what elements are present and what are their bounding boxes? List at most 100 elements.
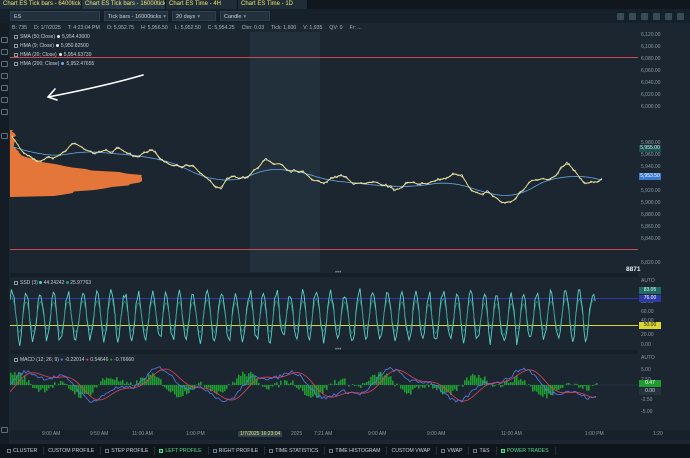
toggle-power-trades[interactable]: POWER TRADES: [497, 447, 556, 455]
legend-hma200[interactable]: HMA (200; Close) 5,952.47655: [14, 60, 94, 69]
toggle-vwap[interactable]: VWAP: [437, 447, 470, 455]
price-tick: 5,900.00: [641, 200, 661, 206]
link-icon[interactable]: [665, 12, 672, 20]
time-tick: 1:00 PM: [585, 431, 604, 437]
legend-dot: [57, 35, 61, 39]
price-tick: 6,040.00: [641, 80, 661, 86]
settings-icon[interactable]: [677, 12, 684, 20]
trash-icon[interactable]: [1, 427, 8, 433]
toggle-label: TIME STATISTICS: [275, 448, 319, 454]
macd-axis[interactable]: AUTO 5.00 2.50 -2.50 -5.00 0.47 0.00: [638, 355, 690, 430]
info-ticks: Tick: 1,600: [271, 25, 297, 31]
bar-type-selector[interactable]: Tick bars - 16000ticks ▾: [104, 11, 168, 21]
macd-tick: AUTO: [641, 355, 655, 361]
price-tick: 6,000.00: [641, 104, 661, 110]
trendline-icon[interactable]: [1, 61, 8, 67]
legend-name: SMA (50;Close): [20, 34, 56, 40]
toggle-time-and-sales[interactable]: T&S: [469, 447, 497, 455]
info-time: T: 4:23:04 PM: [67, 25, 100, 31]
eye-icon[interactable]: [14, 280, 18, 285]
legend-dot: [58, 53, 62, 57]
legend-hma20[interactable]: HMA (20; Close) 5,954.63739: [14, 51, 92, 60]
time-axis[interactable]: 9:00 AM 9:50 AM 11:00 AM 1:00 PM 1/7/202…: [10, 430, 690, 440]
info-close: C: 5,954.25: [207, 25, 235, 31]
toggle-custom-profile[interactable]: CUSTOM PROFILE: [44, 447, 102, 455]
pane-divider[interactable]: •••: [10, 270, 638, 277]
horizontal-line-icon[interactable]: [1, 73, 8, 79]
toggle-step-profile[interactable]: STEP PROFILE: [101, 447, 156, 455]
time-tick: 7:21 AM: [314, 431, 333, 437]
price-pane[interactable]: SMA (50;Close) 5,954.43000 HMA (9; Close)…: [10, 32, 638, 272]
ssd-legend[interactable]: SSD (3) 44.24242 25.97763: [14, 280, 91, 286]
eye-icon[interactable]: [14, 61, 18, 66]
price-tick: 5,820.00: [641, 260, 661, 266]
price-axis[interactable]: 6,120.00 6,100.00 6,080.00 6,060.00 6,04…: [638, 32, 690, 272]
toggle-right-profile[interactable]: RIGHT PROFILE: [209, 447, 266, 455]
toggle-left-profile[interactable]: LEFT PROFILE: [155, 447, 209, 455]
text-tool-icon[interactable]: [1, 109, 8, 115]
chevron-down-icon: ▾: [243, 14, 247, 20]
price-tick: 5,960.00: [641, 152, 661, 158]
info-fr: Fr: ...: [349, 25, 362, 31]
ssd-axis[interactable]: AUTO 80.00 60.00 40.00 20.00 0.00 83.05 …: [638, 278, 690, 350]
macd-tick: 5.00: [641, 367, 651, 373]
toggle-cluster[interactable]: CLUSTER: [3, 447, 45, 455]
legend-sma50[interactable]: SMA (50;Close) 5,954.43000: [14, 33, 90, 42]
toggle-label: VWAP: [447, 448, 463, 454]
fibonacci-icon[interactable]: [1, 97, 8, 103]
legend-dot: [39, 281, 43, 284]
time-tick: 11:00 AM: [501, 431, 522, 437]
legend-value: 5,954.63739: [63, 52, 92, 58]
crosshair-icon[interactable]: [1, 49, 8, 55]
rectangle-icon[interactable]: [1, 85, 8, 91]
price-tick: 5,940.00: [641, 164, 661, 170]
legend-dot: ●: [60, 357, 64, 363]
price-tick: 6,080.00: [641, 56, 661, 62]
volume-profile: [10, 130, 142, 197]
time-tick: 1:00 PM: [186, 431, 205, 437]
ssd-tick: 0.00: [641, 342, 651, 348]
tab-16000ticks[interactable]: Chart ES Tick bars - 16000ticks: [82, 0, 166, 9]
macd-legend[interactable]: MACD (12; 26; 9) ● -0.22014 ● 0.54646 ● …: [14, 357, 134, 363]
price-tick: 6,060.00: [641, 68, 661, 74]
template-icon[interactable]: [641, 12, 648, 20]
cursor-icon[interactable]: [1, 37, 8, 43]
hma-line: [11, 136, 603, 203]
price-tick: 5,840.00: [641, 236, 661, 242]
magnet-icon[interactable]: [1, 133, 8, 139]
bar-count-watermark: 8871: [626, 266, 641, 273]
drawing-tools-column: [0, 23, 9, 444]
macd-pane[interactable]: MACD (12; 26; 9) ● -0.22014 ● 0.54646 ● …: [10, 355, 638, 430]
toggle-time-statistics[interactable]: TIME STATISTICS: [265, 447, 326, 455]
toggle-custom-vwap[interactable]: CUSTOM VWAP: [387, 447, 438, 455]
legend-dot: ●: [85, 357, 89, 363]
symbol-selector[interactable]: ES: [10, 11, 100, 21]
tab-6400ticks[interactable]: Chart ES Tick bars - 6400ticks: [0, 0, 82, 9]
macd-name: MACD (12; 26; 9): [20, 357, 59, 363]
camera-icon[interactable]: [653, 12, 660, 20]
toggle-time-histogram[interactable]: TIME HISTOGRAM: [325, 447, 388, 455]
info-high: H: 5,956.50: [140, 25, 168, 31]
tab-1d[interactable]: Chart ES Time - 1D: [238, 0, 308, 9]
ssd-tick: 20.00: [641, 332, 654, 338]
eye-icon[interactable]: [14, 43, 18, 48]
ellipsis-icon: •••: [335, 270, 342, 276]
range-selector[interactable]: 20 days ▾: [172, 11, 216, 21]
chevron-down-icon: ▾: [197, 14, 201, 20]
info-change: Chn: 0.03: [241, 25, 265, 31]
info-bar-number: B: 735: [12, 25, 27, 31]
indicator-icon[interactable]: [629, 12, 636, 20]
legend-hma9[interactable]: HMA (9; Close) 5,950.82500: [14, 42, 89, 51]
pane-divider[interactable]: •••: [10, 347, 638, 354]
eye-icon[interactable]: [14, 52, 18, 57]
ssd-pane[interactable]: SSD (3) 44.24242 25.97763: [10, 278, 638, 350]
style-selector[interactable]: Candle ▾: [220, 11, 270, 21]
legend-dot: ●: [109, 357, 113, 363]
ssd-value-2: 25.97763: [70, 280, 92, 286]
drawing-icon[interactable]: [617, 12, 624, 20]
price-tick: 6,020.00: [641, 92, 661, 98]
ssd-chart: [10, 288, 596, 346]
eye-icon[interactable]: [14, 34, 18, 39]
eye-icon[interactable]: [14, 357, 18, 362]
tab-4h[interactable]: Chart ES Time - 4H: [166, 0, 238, 9]
